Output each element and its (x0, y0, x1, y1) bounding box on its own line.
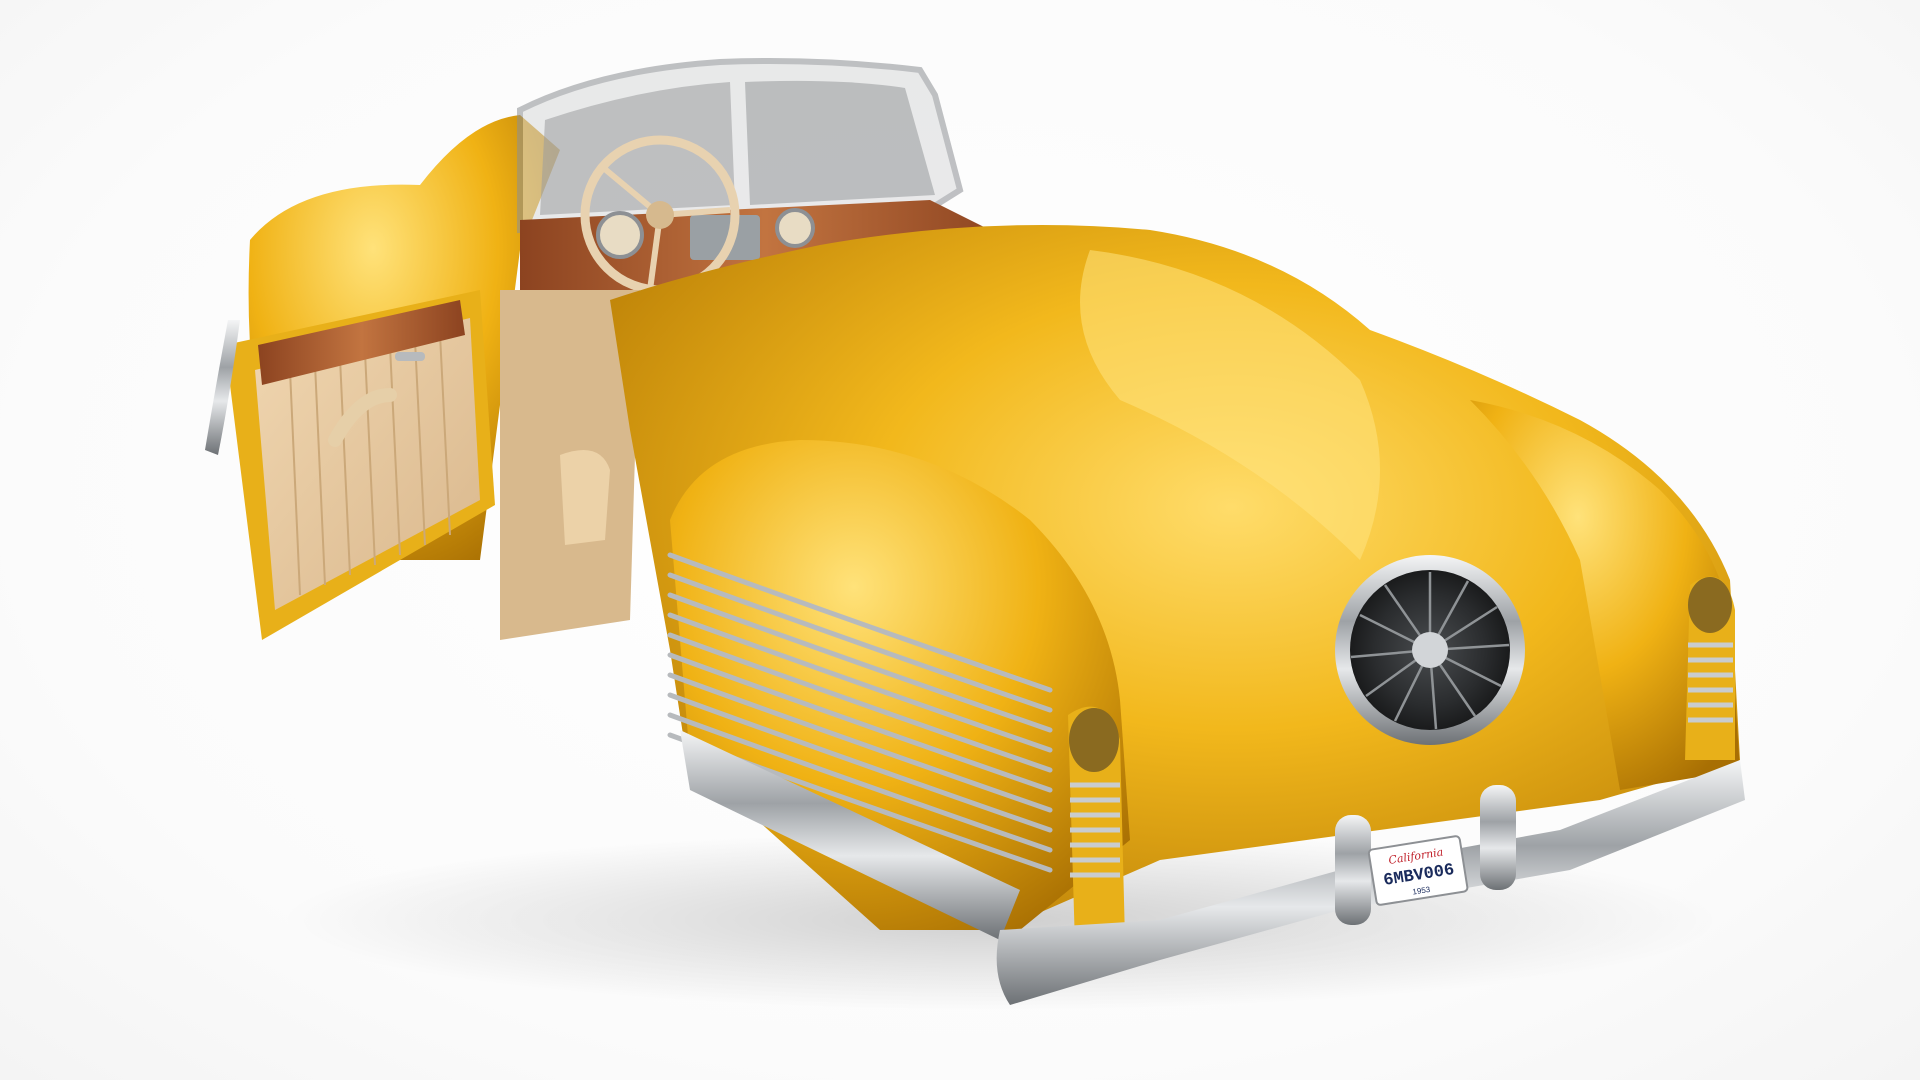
windshield-glass-right (745, 80, 935, 205)
turbine-grille (1335, 555, 1525, 745)
door-latch-icon (395, 352, 425, 361)
car-render: California 6MBV006 1953 (205, 58, 1745, 1010)
left-headlight (1068, 706, 1125, 945)
right-headlight (1685, 576, 1735, 760)
bumper-guard-left (1335, 815, 1371, 925)
gauge-right-icon (775, 208, 815, 248)
seat (560, 450, 610, 545)
render-scene: California 6MBV006 1953 (0, 0, 1920, 1080)
open-door (225, 290, 495, 640)
bumper-guard-right (1480, 785, 1516, 890)
gauge-left-icon (596, 211, 644, 259)
